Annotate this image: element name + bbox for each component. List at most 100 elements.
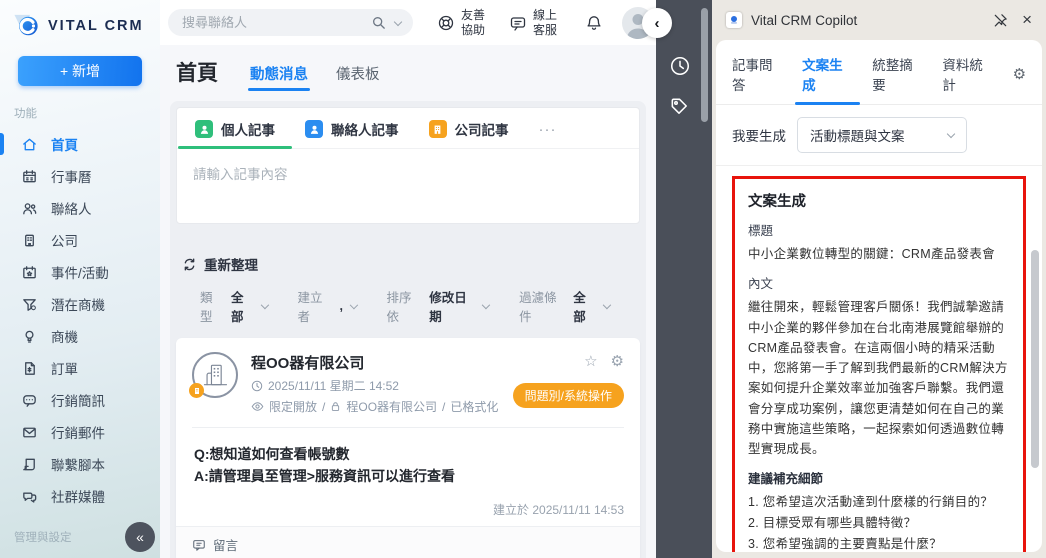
filter-row: 類型 全部 建立者 , 排序依 修改日期 過濾條件 全部: [200, 287, 640, 325]
search-icon[interactable]: [371, 15, 387, 31]
comment-button[interactable]: 留言: [176, 526, 640, 558]
friendly-help-label: 友善 協助: [461, 8, 485, 38]
card-visibility: 限定開放: [269, 398, 317, 415]
company-avatar: [192, 352, 238, 398]
online-support-button[interactable]: 線上 客服: [509, 8, 557, 38]
company-badge-icon: [189, 383, 204, 398]
event-calendar-icon: [21, 264, 38, 281]
sidebar-item-label: 潛在商機: [51, 294, 105, 314]
tab-note-qa[interactable]: 記事問答: [732, 54, 783, 94]
refresh-button[interactable]: 重新整理: [182, 254, 640, 274]
refresh-icon: [182, 257, 197, 272]
note-content-input[interactable]: [177, 149, 639, 223]
panel-edge-strip: ‹: [656, 0, 712, 558]
tab-statistics[interactable]: 資料統計: [942, 54, 993, 94]
sidebar-item-script[interactable]: 聯繫腳本: [0, 448, 160, 480]
sidebar-collapse-button[interactable]: «: [125, 522, 155, 552]
more-note-tabs-button[interactable]: ···: [539, 121, 557, 138]
brand-name: VITAL CRM: [48, 18, 144, 34]
contact-icon: [305, 120, 323, 138]
sidebar-item-email[interactable]: 行銷郵件: [0, 416, 160, 448]
copilot-title: Vital CRM Copilot: [751, 13, 983, 28]
note-tabs: 個人記事 聯絡人記事 公司記事 ···: [177, 108, 639, 149]
tab-copy-generation[interactable]: 文案生成: [802, 54, 853, 94]
sidebar-item-label: 聯絡人: [51, 198, 92, 218]
card-body-line: Q:想知道如何查看帳號數: [194, 444, 622, 466]
close-icon[interactable]: ×: [1022, 10, 1032, 30]
refresh-label: 重新整理: [204, 254, 258, 274]
tab-summary[interactable]: 統整摘要: [872, 54, 923, 94]
filter-type[interactable]: 類型 全部: [200, 287, 267, 325]
sidebar-item-calendar[interactable]: 行事曆: [0, 160, 160, 192]
scrollbar[interactable]: [1031, 250, 1039, 468]
feed-card: 程OO器有限公司 2025/11/11 星期二 14:52 限定開放 / 程OO…: [176, 338, 640, 558]
tab-company-note[interactable]: 公司記事: [429, 119, 509, 139]
script-icon: [21, 456, 38, 473]
comment-icon: [192, 538, 206, 552]
filter-sort[interactable]: 排序依 修改日期: [387, 287, 490, 325]
sidebar-item-sms[interactable]: 行銷簡訊: [0, 384, 160, 416]
card-created-at: 建立於 2025/11/11 14:53: [192, 489, 624, 526]
brand-logo-icon: [12, 13, 41, 39]
chevron-down-icon: [482, 301, 490, 309]
category-badge[interactable]: 問題別/系統操作: [513, 383, 624, 408]
card-info: 程OO器有限公司 2025/11/11 星期二 14:52 限定開放 / 程OO…: [251, 352, 498, 415]
sidebar-item-label: 商機: [51, 326, 78, 346]
brand: VITAL CRM: [0, 0, 160, 39]
support-chat-icon: [509, 14, 527, 32]
star-icon[interactable]: ☆: [584, 352, 597, 370]
tag-icon[interactable]: [669, 96, 689, 116]
chevron-down-icon[interactable]: [394, 17, 402, 25]
sidebar-item-label: 公司: [51, 230, 78, 250]
sidebar-item-events[interactable]: 事件/活動: [0, 256, 160, 288]
comment-label: 留言: [213, 535, 238, 554]
tab-dashboard[interactable]: 儀表板: [336, 63, 380, 84]
card-datetime: 2025/11/11 星期二 14:52: [268, 377, 399, 394]
sidebar-item-opportunities[interactable]: 商機: [0, 320, 160, 352]
filter-condition[interactable]: 過濾條件 全部: [519, 287, 610, 325]
tab-contact-note[interactable]: 聯絡人記事: [305, 119, 399, 139]
sidebar-item-company[interactable]: 公司: [0, 224, 160, 256]
result-suggestion: 1. 您希望這次活動達到什麼樣的行銷目的？: [748, 492, 1010, 513]
history-clock-icon[interactable]: [669, 55, 691, 77]
notification-bell-icon[interactable]: [585, 14, 603, 32]
lightbulb-icon: [21, 328, 38, 345]
sidebar-item-leads[interactable]: 潛在商機: [0, 288, 160, 320]
tab-feed[interactable]: 動態消息: [250, 63, 308, 84]
sms-bubble-icon: [21, 392, 38, 409]
gear-icon[interactable]: ⚙: [611, 352, 624, 370]
generate-type-select[interactable]: 活動標題與文案: [797, 117, 967, 153]
sidebar-section-label: 功能: [14, 105, 160, 121]
copilot-panel: Vital CRM Copilot × 記事問答 文案生成 統整摘要 資料統計 …: [712, 0, 1046, 558]
sidebar-item-home[interactable]: 首頁: [0, 128, 160, 160]
sidebar-item-orders[interactable]: 訂單: [0, 352, 160, 384]
copilot-header: Vital CRM Copilot ×: [712, 0, 1046, 40]
result-suggestions-label: 建議補充細節: [748, 468, 1010, 487]
sidebar-item-contacts[interactable]: 聯絡人: [0, 192, 160, 224]
card-title[interactable]: 程OO器有限公司: [251, 352, 498, 373]
home-icon: [21, 136, 38, 153]
filter-creator[interactable]: 建立者 ,: [297, 287, 356, 325]
gear-icon[interactable]: ⚙: [1013, 65, 1026, 83]
new-button[interactable]: + 新增: [18, 56, 142, 86]
tab-personal-note[interactable]: 個人記事: [195, 119, 275, 139]
panel-collapse-button[interactable]: ‹: [642, 8, 672, 38]
result-body-text: 繼往開來，輕鬆管理客戶關係！我們誠摯邀請中小企業的夥伴參加在台北南港展覽館舉辦的…: [748, 297, 1010, 459]
search-input[interactable]: [182, 15, 371, 30]
mail-icon: [21, 424, 38, 441]
sidebar-menu: 首頁 行事曆 聯絡人 公司 事件/活動 潛在商機 商機 訂單: [0, 128, 160, 512]
friendly-help-button[interactable]: 友善 協助: [437, 8, 485, 38]
note-tab-label: 公司記事: [455, 119, 509, 139]
generate-label: 我要生成: [732, 125, 786, 145]
lifebuoy-icon: [437, 14, 455, 32]
search-bar[interactable]: [168, 9, 413, 36]
note-composer: 個人記事 聯絡人記事 公司記事 ···: [176, 107, 640, 224]
sidebar-item-social[interactable]: 社群媒體: [0, 480, 160, 512]
chevron-down-icon: [261, 301, 269, 309]
copilot-tabs: 記事問答 文案生成 統整摘要 資料統計 ⚙: [716, 40, 1042, 105]
pin-off-icon[interactable]: [992, 12, 1009, 29]
card-body: Q:想知道如何查看帳號數 A:請管理員至管理>服務資訊可以進行查看: [192, 428, 624, 489]
person-icon: [195, 120, 213, 138]
result-body-label: 內文: [748, 273, 1010, 292]
scrollbar[interactable]: [701, 8, 708, 122]
